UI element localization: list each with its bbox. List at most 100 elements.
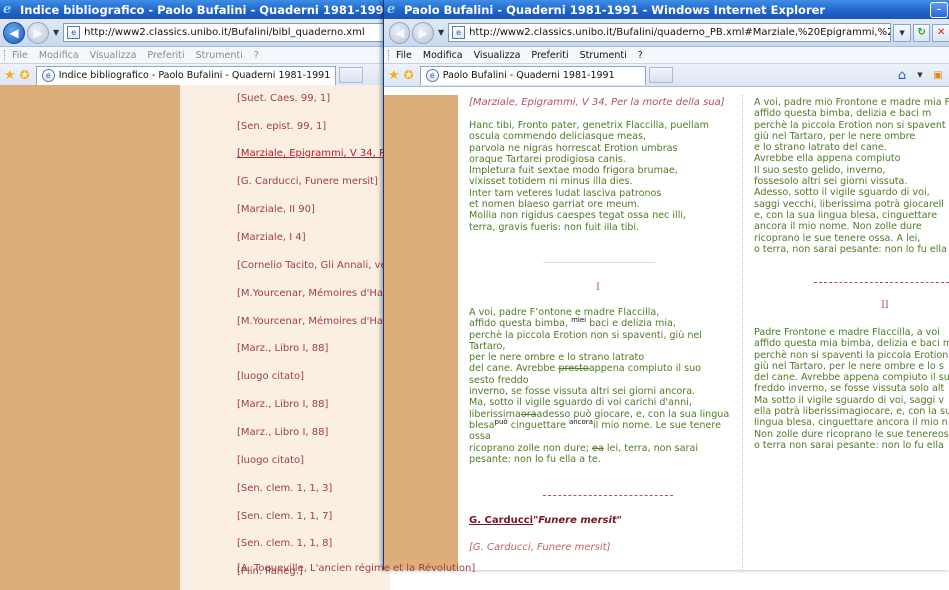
citation-item[interactable]: [A. Toqueville, L'ancien régime et la Ré… bbox=[237, 563, 475, 574]
front-browser-window: e Paolo Bufalini - Quaderni 1981-1991 - … bbox=[383, 0, 949, 570]
poem-line: oscula commendo deliciasque meas, bbox=[469, 131, 647, 143]
back-tab-active[interactable]: e Indice bibliografico - Paolo Bufalini … bbox=[35, 65, 337, 85]
text-run: cinguettare bbox=[507, 419, 569, 431]
citation-item[interactable]: [luogo citato] bbox=[237, 371, 304, 382]
citation-index: [Suet. Caes. 99, 1] [Sen. epist. 99, 1] … bbox=[180, 85, 390, 590]
menu-modifica[interactable]: Modifica bbox=[39, 50, 79, 61]
menu-file[interactable]: File bbox=[396, 50, 412, 61]
history-dropdown-icon[interactable]: ▼ bbox=[53, 28, 59, 37]
citation-item[interactable]: [Sen. clem. 1, 1, 7] bbox=[237, 511, 332, 522]
translation-line: A voi, padre mio Frontone e madre mia F bbox=[754, 97, 949, 108]
translation-line: giù nel Tartaro, per le nere ombre e lo … bbox=[754, 360, 944, 372]
stop-icon[interactable]: ✕ bbox=[932, 23, 949, 42]
back-arrow-icon[interactable]: ◀ bbox=[389, 21, 411, 44]
front-address-bar: ◀ ▶ ▼ e http://www2.classics.unibo.it/Bu… bbox=[384, 19, 949, 47]
citation-item[interactable]: [G. Carducci, Funere mersit] bbox=[237, 176, 378, 187]
new-tab-button[interactable] bbox=[339, 67, 364, 83]
translation-line: Ma, sotto il vigile sguardo di voi caric… bbox=[469, 397, 692, 409]
citation-item[interactable]: [Cornelio Tacito, Gli Annali, ve bbox=[237, 260, 387, 271]
add-favorite-icon[interactable]: ✪ bbox=[404, 68, 414, 82]
translation-line: Adesso, sotto il vigile sguardo di voi, bbox=[754, 187, 930, 199]
translation-line: perchè non si spaventi la piccola Erotio… bbox=[754, 349, 949, 361]
menu-modifica[interactable]: Modifica bbox=[423, 50, 463, 61]
interlinear-insert: può bbox=[494, 417, 508, 426]
refresh-icon[interactable]: ↻ bbox=[912, 23, 931, 42]
poem-line: Inter tam veteres ludat lasciva patronos bbox=[469, 187, 662, 199]
menu-visualizza[interactable]: Visualizza bbox=[474, 50, 521, 61]
author-link[interactable]: G. Carducci bbox=[469, 515, 533, 526]
citation-item[interactable]: [luogo citato] bbox=[237, 455, 304, 466]
citation-item[interactable]: [M.Yourcenar, Mémoires d'Ha bbox=[237, 288, 383, 299]
interlinear-insert: miei bbox=[571, 316, 587, 325]
translation-line: per le nere ombre e lo strano latrato bbox=[469, 352, 645, 364]
translation-line: ricoprano zolle non dure; ea lei, terra,… bbox=[469, 443, 729, 454]
dashed-separator bbox=[814, 282, 949, 283]
citation-item[interactable]: [Marziale, I 4] bbox=[237, 232, 306, 243]
poem-citation-heading: [Marziale, Epigrammi, V 34, Per la morte… bbox=[469, 97, 725, 108]
translation-line: sesto freddo bbox=[469, 374, 529, 386]
favorites-star-icon[interactable]: ★ bbox=[4, 68, 16, 83]
menu-strumenti[interactable]: Strumenti bbox=[196, 50, 243, 61]
section-numeral: II bbox=[881, 300, 889, 311]
favorites-star-icon[interactable]: ★ bbox=[388, 68, 400, 83]
section-numeral: I bbox=[596, 282, 600, 293]
feeds-icon[interactable]: ▣ bbox=[930, 67, 946, 83]
translation-line: affido questa bimba, delizia e baci m bbox=[754, 108, 932, 120]
deleted-text: ora bbox=[520, 408, 537, 420]
back-url-field[interactable]: e http://www2.classics.unibo.it/Bufalini… bbox=[63, 23, 392, 42]
history-dropdown-icon[interactable]: ▼ bbox=[438, 28, 444, 37]
menu-help[interactable]: ? bbox=[638, 50, 643, 61]
citation-item[interactable]: [M.Yourcenar, Mémoires d'Ha bbox=[237, 316, 383, 327]
home-icon[interactable]: ⌂ bbox=[894, 67, 910, 83]
citation-item[interactable]: [Sen. epist. 99, 1] bbox=[237, 121, 326, 132]
text-run: il mio nome. Le sue tenere bbox=[592, 419, 722, 431]
citation-item[interactable]: [Marz., Libro I, 88] bbox=[237, 399, 328, 410]
forward-arrow-icon[interactable]: ▶ bbox=[412, 21, 434, 44]
poem-line: oraque Tartarei prodigiosa canis. bbox=[469, 153, 626, 165]
deleted-text: ea bbox=[592, 442, 604, 454]
back-tab-label: Indice bibliografico - Paolo Bufalini - … bbox=[58, 70, 331, 81]
translation-line: ancora il mio nome. Non zolle dure bbox=[754, 221, 922, 233]
menu-preferiti[interactable]: Preferiti bbox=[531, 50, 568, 61]
new-tab-button[interactable] bbox=[648, 67, 673, 83]
citation-item-selected[interactable]: [Marziale, Epigrammi, V 34, Pe bbox=[237, 148, 390, 159]
menu-file[interactable]: File bbox=[12, 50, 28, 61]
citation-item[interactable]: [Suet. Caes. 99, 1] bbox=[237, 93, 330, 104]
translation-line: Avrebbe ella appena compiuto bbox=[754, 153, 901, 165]
menu-grip bbox=[4, 50, 6, 60]
ie-logo-icon: e bbox=[3, 2, 12, 17]
translation-line: affido questa bimba, miei baci e delizia… bbox=[469, 316, 729, 330]
translation-line: Tartaro, bbox=[469, 340, 506, 352]
front-url-field[interactable]: e http://www2.classics.unibo.it/Bufalini… bbox=[448, 23, 892, 42]
home-dropdown-icon[interactable]: ▼ bbox=[912, 67, 928, 83]
translation-line: Padre Frontone e madre Flaccilla, a voi bbox=[754, 327, 940, 338]
text-run: baci e delizia mia, bbox=[586, 318, 676, 330]
poem-line: terra, gravis fueris: non fuit illa tibi… bbox=[469, 221, 640, 233]
text-run: lei, terra, non sarai bbox=[603, 442, 699, 454]
tab-page-icon: e bbox=[41, 69, 55, 82]
translation-line: e, con la sua lingua blesa, cinguettare bbox=[754, 209, 938, 221]
front-tab-active[interactable]: e Paolo Bufalini - Quaderni 1981-1991 bbox=[419, 65, 646, 85]
menu-visualizza[interactable]: Visualizza bbox=[90, 50, 137, 61]
poem-column-translations: A voi, padre mio Frontone e madre mia F … bbox=[744, 95, 949, 570]
front-page-content: [Marziale, Epigrammi, V 34, Per la morte… bbox=[384, 95, 949, 570]
citation-item[interactable]: [Marziale, II 90] bbox=[237, 204, 315, 215]
add-favorite-icon[interactable]: ✪ bbox=[20, 68, 30, 82]
citation-item[interactable]: [Sen. clem. 1, 1, 3] bbox=[237, 483, 332, 494]
citation-item[interactable]: [Marz., Libro I, 88] bbox=[237, 427, 328, 438]
menu-help[interactable]: ? bbox=[254, 50, 259, 61]
minimize-icon[interactable]: – bbox=[930, 1, 948, 18]
citation-item[interactable]: [Marz., Libro I, 88] bbox=[237, 343, 328, 354]
url-dropdown-icon[interactable]: ▼ bbox=[893, 23, 911, 42]
page-icon: e bbox=[452, 26, 466, 39]
poem-line: vixisset totidem ni minus illa dies. bbox=[469, 176, 633, 188]
translation-line: fossesolo altri sei giorni vissuta. bbox=[754, 176, 908, 188]
menu-preferiti[interactable]: Preferiti bbox=[147, 50, 184, 61]
front-title-bar[interactable]: e Paolo Bufalini - Quaderni 1981-1991 - … bbox=[384, 0, 949, 19]
citation-item[interactable]: [Sen. clem. 1, 1, 8] bbox=[237, 538, 332, 549]
translation-line: o terra, non sarai pesante: non lo fu el… bbox=[754, 243, 947, 255]
back-arrow-icon[interactable]: ◀ bbox=[3, 21, 25, 44]
forward-arrow-icon[interactable]: ▶ bbox=[27, 21, 49, 44]
translation-line: del cane. Avrebbe prestoappena compiuto … bbox=[469, 363, 729, 374]
menu-strumenti[interactable]: Strumenti bbox=[580, 50, 627, 61]
